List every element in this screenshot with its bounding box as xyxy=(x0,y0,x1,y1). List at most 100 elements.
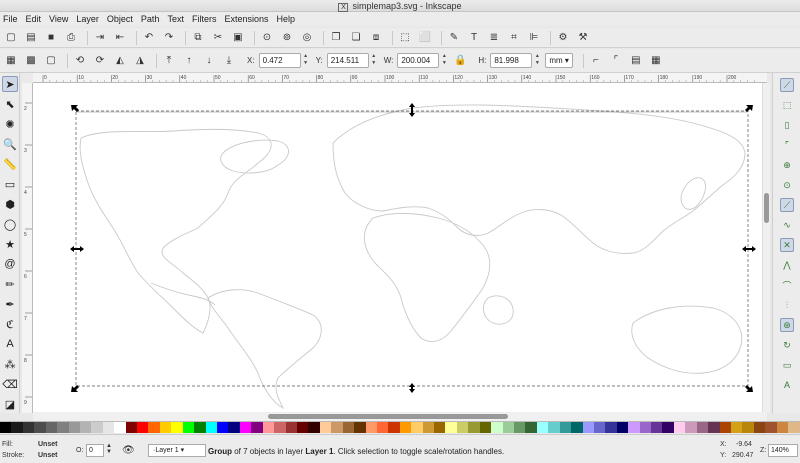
snap-paths-icon[interactable]: ∿ xyxy=(780,218,794,232)
transform-patterns-icon[interactable]: ▦ xyxy=(648,53,664,69)
palette-swatch[interactable] xyxy=(708,422,720,433)
snap-text-baseline-icon[interactable]: A xyxy=(780,378,794,392)
y-spinner[interactable]: ▲ ▼ xyxy=(370,53,378,68)
opacity-field[interactable]: 0 xyxy=(86,444,104,457)
vertical-scroll-thumb[interactable] xyxy=(764,193,769,223)
palette-swatch[interactable] xyxy=(125,422,138,433)
rotate-cw-icon[interactable]: ⟳ xyxy=(92,53,108,69)
palette-swatch[interactable] xyxy=(34,422,46,433)
palette-swatch[interactable] xyxy=(308,422,320,433)
menu-object[interactable]: Object xyxy=(107,12,139,26)
palette-swatch[interactable] xyxy=(228,422,240,433)
measure-tool-icon[interactable]: 📏 xyxy=(2,156,18,172)
map-north-america[interactable] xyxy=(79,128,272,334)
spiral-tool-icon[interactable]: @ xyxy=(2,256,18,272)
palette-swatch[interactable] xyxy=(731,422,743,433)
palette-swatch[interactable] xyxy=(22,422,35,433)
palette-swatch[interactable] xyxy=(696,422,709,433)
lock-icon[interactable]: 🔒 xyxy=(452,53,468,69)
snap-page-icon[interactable]: ▭ xyxy=(780,358,794,372)
menu-file[interactable]: File xyxy=(3,12,24,26)
palette-swatch[interactable] xyxy=(365,422,377,433)
map-eurasia[interactable] xyxy=(332,104,746,254)
select-all-layers-icon[interactable]: ▩ xyxy=(23,53,39,69)
unit-select[interactable]: mm ▾ xyxy=(545,53,573,68)
new-icon[interactable]: ▢ xyxy=(3,30,19,46)
palette-swatch[interactable] xyxy=(479,422,492,433)
palette-swatch[interactable] xyxy=(719,422,731,433)
palette-swatch[interactable] xyxy=(685,422,697,433)
palette-swatch[interactable] xyxy=(319,422,332,433)
palette-swatch[interactable] xyxy=(342,422,355,433)
menu-help[interactable]: Help xyxy=(276,12,301,26)
document-properties-icon[interactable]: ⚙ xyxy=(555,30,571,46)
open-icon[interactable]: ▤ xyxy=(23,30,39,46)
map-greenland[interactable] xyxy=(220,139,289,174)
palette-swatch[interactable] xyxy=(456,422,469,433)
palette-swatch[interactable] xyxy=(468,422,480,433)
vertical-scrollbar[interactable] xyxy=(762,83,770,413)
zoom-selection-icon[interactable]: ⊙ xyxy=(259,30,275,46)
snap-cusp-icon[interactable]: ⋀ xyxy=(780,258,794,272)
clone-icon[interactable]: ❏ xyxy=(348,30,364,46)
ellipse-tool-icon[interactable]: ◯ xyxy=(2,216,18,232)
pen-tool-icon[interactable]: ✒ xyxy=(2,296,18,312)
menu-path[interactable]: Path xyxy=(141,12,166,26)
palette-swatch[interactable] xyxy=(765,422,777,433)
preferences-icon[interactable]: ⚒ xyxy=(575,30,591,46)
palette-swatch[interactable] xyxy=(331,422,343,433)
palette-swatch[interactable] xyxy=(262,422,275,433)
snap-bbox-edge-icon[interactable]: ▯ xyxy=(780,118,794,132)
w-field[interactable]: 200.004 xyxy=(397,53,440,68)
calligraphy-tool-icon[interactable]: ℭ xyxy=(2,316,18,332)
flip-horizontal-icon[interactable]: ◭ xyxy=(112,53,128,69)
h-spinner[interactable]: ▲ ▼ xyxy=(533,53,541,68)
zoom-tool-icon[interactable]: 🔍 xyxy=(2,136,18,152)
palette-swatch[interactable] xyxy=(388,422,400,433)
xml-editor-icon[interactable]: ⌗ xyxy=(506,30,522,46)
palette-swatch[interactable] xyxy=(194,422,206,433)
deselect-icon[interactable]: ▢ xyxy=(43,53,59,69)
palette-swatch[interactable] xyxy=(513,422,526,433)
palette-swatch[interactable] xyxy=(0,422,12,433)
scale-corners-icon[interactable]: ⌜ xyxy=(608,53,624,69)
map-island[interactable] xyxy=(482,295,514,325)
map-australia[interactable] xyxy=(631,305,743,374)
node-tool-icon[interactable]: ⬉ xyxy=(2,96,18,112)
palette-swatch[interactable] xyxy=(205,422,218,433)
map-japan[interactable] xyxy=(680,177,706,210)
opacity-spinner[interactable]: ▲ ▼ xyxy=(106,443,112,455)
scale-handles[interactable] xyxy=(70,103,756,393)
x-spinner[interactable]: ▲ ▼ xyxy=(302,53,310,68)
palette-swatch[interactable] xyxy=(102,422,115,433)
palette-swatch[interactable] xyxy=(148,422,160,433)
palette-swatch[interactable] xyxy=(217,422,229,433)
raise-icon[interactable]: ↑ xyxy=(181,53,197,69)
palette-swatch[interactable] xyxy=(582,422,594,433)
snap-center-icon[interactable]: ⊛ xyxy=(780,318,794,332)
palette-swatch[interactable] xyxy=(491,422,503,433)
text-font-icon[interactable]: T xyxy=(466,30,482,46)
snap-toggle-icon[interactable]: ⟋ xyxy=(780,78,794,92)
selector-tool-icon[interactable]: ➤ xyxy=(2,76,18,92)
palette-swatch[interactable] xyxy=(376,422,389,433)
palette-swatch[interactable] xyxy=(742,422,754,433)
menu-edit[interactable]: Edit xyxy=(26,12,48,26)
import-icon[interactable]: ⇥ xyxy=(92,30,108,46)
layer-select[interactable]: ·Layer 1 ▾ xyxy=(148,444,206,457)
palette-swatch[interactable] xyxy=(753,422,766,433)
x-field[interactable]: 0.472 xyxy=(258,53,301,68)
save-icon[interactable]: ■ xyxy=(43,30,59,46)
group-icon[interactable]: ⬚ xyxy=(397,30,413,46)
snap-rotation-icon[interactable]: ↻ xyxy=(780,338,794,352)
palette-swatch[interactable] xyxy=(559,422,572,433)
palette-swatch[interactable] xyxy=(411,422,423,433)
menu-extensions[interactable]: Extensions xyxy=(224,12,274,26)
lower-icon[interactable]: ↓ xyxy=(201,53,217,69)
menu-view[interactable]: View xyxy=(49,12,74,26)
snap-bbox-icon[interactable]: ⬚ xyxy=(780,98,794,112)
fill-value[interactable]: Unset xyxy=(38,441,57,448)
horizontal-scroll-thumb[interactable] xyxy=(268,414,508,419)
palette-swatch[interactable] xyxy=(274,422,286,433)
snap-bbox-corner-icon[interactable]: ⌜ xyxy=(780,138,794,152)
